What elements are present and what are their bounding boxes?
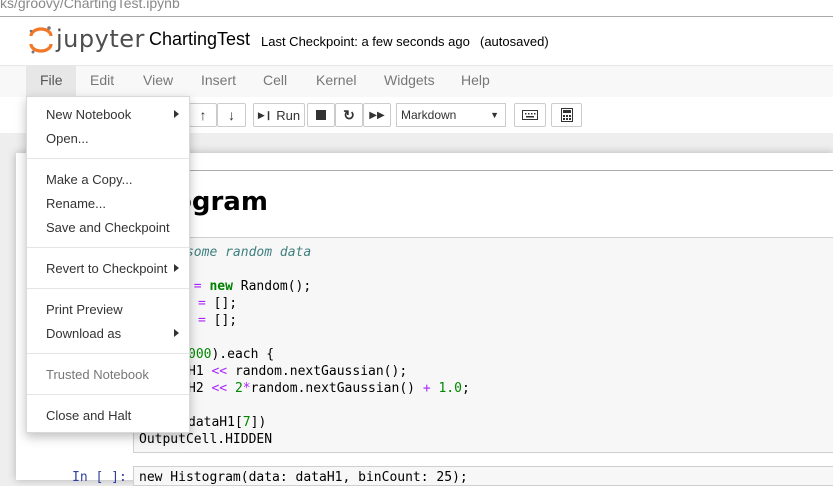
code-line-8: H1 << random.nextGaussian(); [188, 364, 407, 379]
menu-divider [27, 394, 189, 395]
cell-type-select[interactable]: Markdown ▼ [396, 103, 506, 127]
code-token: 000 [188, 347, 212, 362]
code-line-11: dataH1[7]) [188, 415, 266, 430]
move-up-button[interactable]: ↑ [189, 103, 217, 127]
code-token: ).each { [211, 347, 275, 362]
menu-edit[interactable]: Edit [76, 66, 128, 97]
menu-item-revert-checkpoint[interactable]: Revert to Checkpoint [46, 261, 167, 276]
arrow-up-icon: ↑ [199, 107, 207, 123]
submenu-arrow-icon [174, 264, 179, 272]
menu-help[interactable]: Help [447, 66, 504, 97]
url-text: ks/groovy/ChartingTest.ipynb [0, 0, 180, 11]
menu-divider [27, 158, 189, 159]
jupyter-logo-icon [29, 26, 53, 54]
menu-cell[interactable]: Cell [249, 66, 301, 97]
menu-item-print-preview[interactable]: Print Preview [46, 302, 123, 317]
code-line-next: new Histogram(data: dataH1, binCount: 25… [139, 470, 468, 485]
code-token: random.nextGaussian() [250, 381, 423, 396]
step-forward-icon: ▶❙ [257, 109, 273, 120]
run-label: Run [276, 107, 301, 123]
menu-item-rename[interactable]: Rename... [46, 196, 106, 211]
code-token: = [198, 313, 206, 328]
cell-type-value: Markdown [401, 108, 457, 122]
fast-forward-icon: ▶▶ [369, 109, 385, 121]
calculator-icon [560, 108, 573, 122]
code-token: + [422, 381, 431, 396]
autosave-status: (autosaved) [480, 34, 549, 49]
arrow-down-icon: ↓ [228, 107, 235, 123]
code-line-12: OutputCell.HIDDEN [139, 432, 273, 447]
menu-file[interactable]: File [26, 66, 76, 97]
restart-button[interactable]: ↻ [335, 103, 363, 127]
menu-widgets[interactable]: Widgets [370, 66, 449, 97]
code-token: = [198, 296, 206, 311]
menu-item-close-halt[interactable]: Close and Halt [46, 408, 131, 423]
jupyter-logo-text: jupyter [56, 25, 145, 53]
cell-prompt: In [ ]: [72, 470, 127, 485]
code-token: []; [205, 296, 238, 311]
interrupt-button[interactable] [307, 103, 335, 127]
command-palette-button[interactable] [514, 103, 546, 127]
code-line-7: 000).each { [188, 347, 274, 362]
menu-divider [27, 288, 189, 289]
code-token: ; [461, 381, 470, 396]
run-button[interactable]: ▶❙ Run [253, 103, 305, 127]
caret-down-icon: ▼ [490, 110, 499, 120]
menu-insert[interactable]: Insert [187, 66, 250, 97]
menu-bar: File Edit View Insert Cell Kernel Widget… [0, 65, 833, 98]
menu-kernel[interactable]: Kernel [302, 66, 370, 97]
submenu-arrow-icon [174, 329, 179, 337]
code-token: = [193, 279, 202, 294]
notebook-title[interactable]: ChartingTest [149, 29, 250, 50]
code-token: H2 [188, 381, 212, 396]
code-token: dataH1[ [188, 415, 243, 430]
code-token: H1 [188, 364, 212, 379]
code-token: << [211, 364, 228, 379]
menu-item-save-checkpoint[interactable]: Save and Checkpoint [46, 220, 170, 235]
checkpoint-status: Last Checkpoint: a few seconds ago [261, 34, 470, 49]
code-token: 2 [234, 381, 243, 396]
restart-icon: ↻ [343, 106, 355, 123]
move-down-button[interactable]: ↓ [217, 103, 246, 127]
stop-icon [316, 110, 326, 120]
restart-run-all-button[interactable]: ▶▶ [363, 103, 391, 127]
menu-item-download-as[interactable]: Download as [46, 326, 121, 341]
calculator-button[interactable] [551, 103, 582, 127]
code-token: * [242, 381, 251, 396]
code-line-4: = []; [198, 296, 237, 311]
code-token: new [209, 279, 233, 294]
notebook-header: jupyter ChartingTest Last Checkpoint: a … [0, 17, 833, 65]
submenu-arrow-icon [174, 110, 179, 118]
menu-divider [27, 353, 189, 354]
menu-divider [27, 247, 189, 248]
jupyter-logo[interactable]: jupyter [28, 23, 168, 59]
menu-item-make-copy[interactable]: Make a Copy... [46, 172, 132, 187]
code-token: []; [205, 313, 238, 328]
code-line-5: = []; [198, 313, 237, 328]
code-token: Random(); [232, 279, 312, 294]
menu-item-new-notebook[interactable]: New Notebook [46, 107, 131, 122]
code-token: 7 [242, 415, 251, 430]
code-token: random.nextGaussian(); [227, 364, 408, 379]
code-token: 1.0 [438, 381, 462, 396]
file-menu-dropdown: New Notebook Open... Make a Copy... Rena… [26, 96, 190, 433]
code-token: << [211, 381, 228, 396]
menu-item-trusted-notebook: Trusted Notebook [46, 367, 149, 382]
keyboard-icon [522, 110, 538, 120]
browser-url-bar[interactable]: ks/groovy/ChartingTest.ipynb [0, 0, 833, 17]
code-token: ]) [250, 415, 267, 430]
code-line-9: H2 << 2*random.nextGaussian() + 1.0; [188, 381, 470, 396]
menu-view[interactable]: View [129, 66, 187, 97]
menu-item-open[interactable]: Open... [46, 131, 89, 146]
